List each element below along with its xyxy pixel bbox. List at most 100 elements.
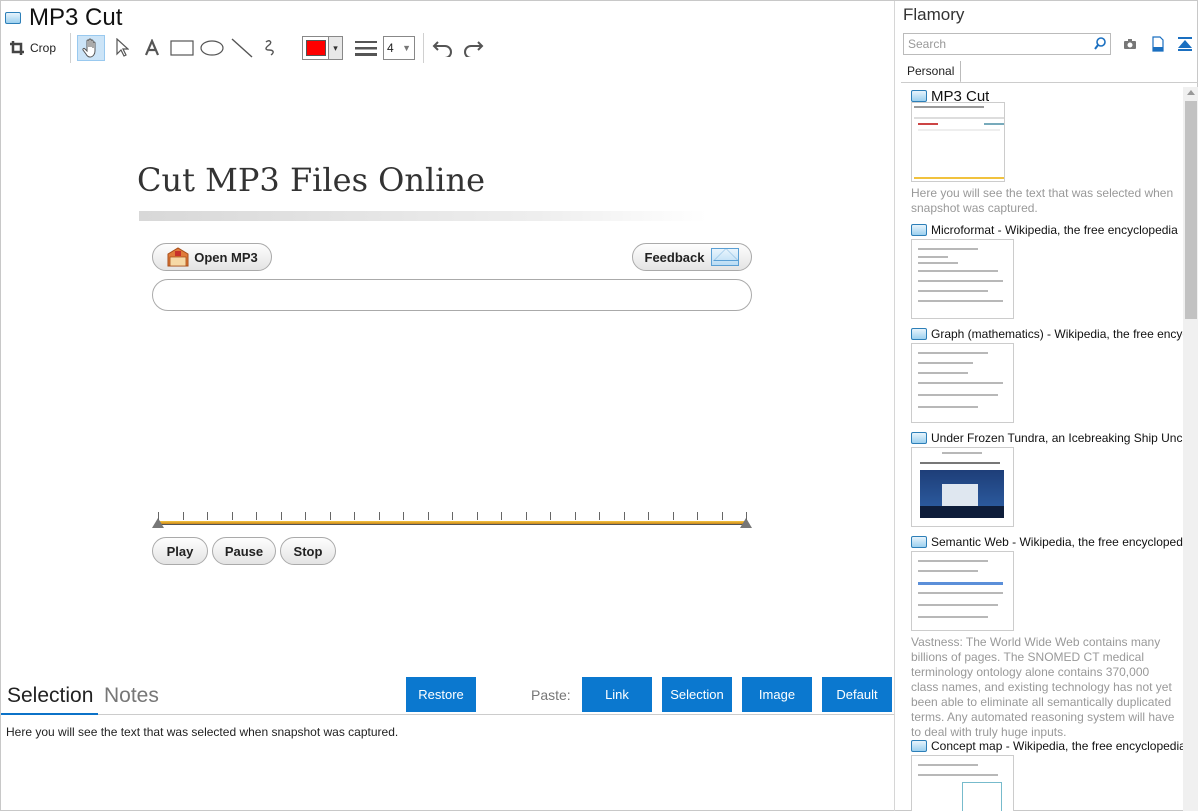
list-item[interactable]: Graph (mathematics) - Wikipedia, the fre… bbox=[911, 325, 1183, 423]
page-icon bbox=[911, 328, 927, 340]
line-tool-button[interactable] bbox=[229, 35, 255, 61]
paste-selection-button[interactable]: Selection bbox=[662, 677, 732, 712]
undo-icon bbox=[432, 41, 453, 57]
snapshot-title-row: Graph (mathematics) - Wikipedia, the fre… bbox=[911, 325, 1183, 343]
selection-text[interactable]: Here you will see the text that was sele… bbox=[6, 725, 398, 739]
undo-button[interactable] bbox=[430, 35, 456, 61]
snapshot-thumbnail[interactable] bbox=[911, 755, 1014, 811]
slider-tick bbox=[403, 512, 404, 520]
redo-button[interactable] bbox=[460, 35, 486, 61]
arrow-cursor-icon bbox=[116, 38, 130, 57]
open-mp3-button[interactable]: Open MP3 bbox=[152, 243, 272, 271]
file-name-field[interactable] bbox=[152, 279, 752, 311]
rectangle-tool-button[interactable] bbox=[169, 35, 195, 61]
collapse-icon[interactable] bbox=[1177, 36, 1193, 52]
paste-image-button[interactable]: Image bbox=[742, 677, 812, 712]
heading-divider bbox=[139, 211, 707, 221]
crop-button[interactable]: Crop bbox=[5, 35, 60, 61]
slider-tick bbox=[329, 512, 331, 520]
list-item[interactable]: Semantic Web - Wikipedia, the free encyc… bbox=[911, 533, 1183, 740]
snapshot-title: Microformat - Wikipedia, the free encycl… bbox=[931, 223, 1178, 237]
line-width-icon bbox=[355, 41, 378, 56]
play-label: Play bbox=[166, 543, 194, 559]
snapshot-title-row: Microformat - Wikipedia, the free encycl… bbox=[911, 221, 1183, 239]
pause-label: Pause bbox=[224, 543, 264, 559]
slider-tick bbox=[672, 512, 674, 520]
page-icon bbox=[911, 432, 927, 444]
color-swatch bbox=[306, 40, 327, 56]
paste-label: Paste: bbox=[531, 687, 571, 703]
hand-icon bbox=[82, 38, 96, 58]
document-icon[interactable] bbox=[1150, 36, 1166, 52]
sidebar-scrollbar[interactable] bbox=[1183, 87, 1198, 811]
sidebar-app-name: Flamory bbox=[903, 5, 965, 24]
color-picker[interactable]: ▾ bbox=[302, 36, 344, 60]
list-item[interactable]: Concept map - Wikipedia, the free encycl… bbox=[911, 737, 1183, 811]
restore-button[interactable]: Restore bbox=[406, 677, 476, 712]
play-button[interactable]: Play bbox=[152, 537, 208, 565]
snapshot-thumbnail[interactable] bbox=[911, 239, 1014, 319]
list-item[interactable]: MP3 Cut Here you will see the text that … bbox=[911, 87, 1183, 216]
slider-tick bbox=[721, 512, 723, 520]
editor-pane: MP3 Cut Crop ▾ 4 ▼ Cut MP3 Files Online … bbox=[1, 1, 894, 811]
chevron-down-icon[interactable]: ▾ bbox=[328, 37, 343, 59]
snapshot-description: Vastness: The World Wide Web contains ma… bbox=[911, 635, 1175, 739]
camera-icon[interactable] bbox=[1122, 36, 1138, 52]
select-tool-button[interactable] bbox=[109, 35, 135, 61]
slider-tick bbox=[158, 512, 159, 520]
tab-personal[interactable]: Personal bbox=[901, 61, 962, 83]
feedback-label: Feedback bbox=[644, 249, 705, 265]
ellipse-icon bbox=[200, 40, 224, 56]
search-placeholder: Search bbox=[908, 37, 947, 51]
feedback-button[interactable]: Feedback bbox=[632, 243, 752, 271]
text-tool-button[interactable] bbox=[139, 35, 165, 61]
page-icon bbox=[911, 536, 927, 548]
chevron-down-icon: ▼ bbox=[402, 43, 412, 53]
stop-button[interactable]: Stop bbox=[280, 537, 336, 565]
slider-tick bbox=[623, 512, 625, 520]
slider-tick bbox=[354, 512, 355, 520]
ellipse-tool-button[interactable] bbox=[199, 35, 225, 61]
flamory-sidebar: Flamory Search Personal MP3 Cut Here you… bbox=[894, 1, 1198, 811]
slider-tick bbox=[476, 512, 478, 520]
tab-notes[interactable]: Notes bbox=[104, 684, 159, 708]
snapshot-title-row: Concept map - Wikipedia, the free encycl… bbox=[911, 737, 1183, 755]
app-window: MP3 Cut Crop ▾ 4 ▼ Cut MP3 Files Online … bbox=[0, 0, 1198, 811]
paste-default-button[interactable]: Default bbox=[822, 677, 892, 712]
paste-link-button[interactable]: Link bbox=[582, 677, 652, 712]
slider-track bbox=[158, 521, 746, 525]
title-bar: MP3 Cut bbox=[5, 4, 122, 32]
slider-tick bbox=[305, 512, 306, 520]
folder-icon bbox=[166, 246, 190, 268]
rectangle-icon bbox=[170, 40, 194, 56]
window-title: MP3 Cut bbox=[29, 4, 123, 31]
line-size-value: 4 bbox=[387, 41, 394, 55]
search-icon[interactable] bbox=[1094, 37, 1106, 51]
freehand-tool-button[interactable] bbox=[259, 35, 285, 61]
pause-button[interactable]: Pause bbox=[212, 537, 276, 565]
snapshot-title: Concept map - Wikipedia, the free encycl… bbox=[931, 739, 1183, 753]
search-input[interactable]: Search bbox=[903, 33, 1111, 55]
list-item[interactable]: Under Frozen Tundra, an Icebreaking Ship… bbox=[911, 429, 1183, 527]
page-icon bbox=[911, 224, 927, 236]
line-width-button[interactable] bbox=[353, 35, 379, 61]
tab-selection[interactable]: Selection bbox=[7, 684, 93, 708]
trim-slider[interactable] bbox=[152, 509, 752, 531]
tab-divider bbox=[901, 82, 1198, 83]
list-item[interactable]: Microformat - Wikipedia, the free encycl… bbox=[911, 221, 1183, 319]
captured-page-heading: Cut MP3 Files Online bbox=[137, 161, 486, 199]
snapshot-thumbnail[interactable] bbox=[911, 343, 1014, 423]
scroll-up-icon[interactable] bbox=[1187, 90, 1195, 95]
slider-tick bbox=[427, 512, 429, 520]
snapshot-thumbnail[interactable] bbox=[911, 551, 1014, 631]
line-size-select[interactable]: 4 ▼ bbox=[383, 36, 416, 60]
slider-tick bbox=[256, 512, 257, 520]
open-mp3-label: Open MP3 bbox=[194, 249, 258, 265]
hand-tool-button[interactable] bbox=[77, 35, 106, 61]
toolbar-divider bbox=[295, 33, 296, 63]
page-icon bbox=[5, 12, 21, 24]
snapshot-title-row: Under Frozen Tundra, an Icebreaking Ship… bbox=[911, 429, 1183, 447]
snapshot-thumbnail[interactable] bbox=[911, 102, 1005, 182]
scrollbar-thumb[interactable] bbox=[1185, 101, 1197, 319]
snapshot-thumbnail[interactable] bbox=[911, 447, 1014, 527]
